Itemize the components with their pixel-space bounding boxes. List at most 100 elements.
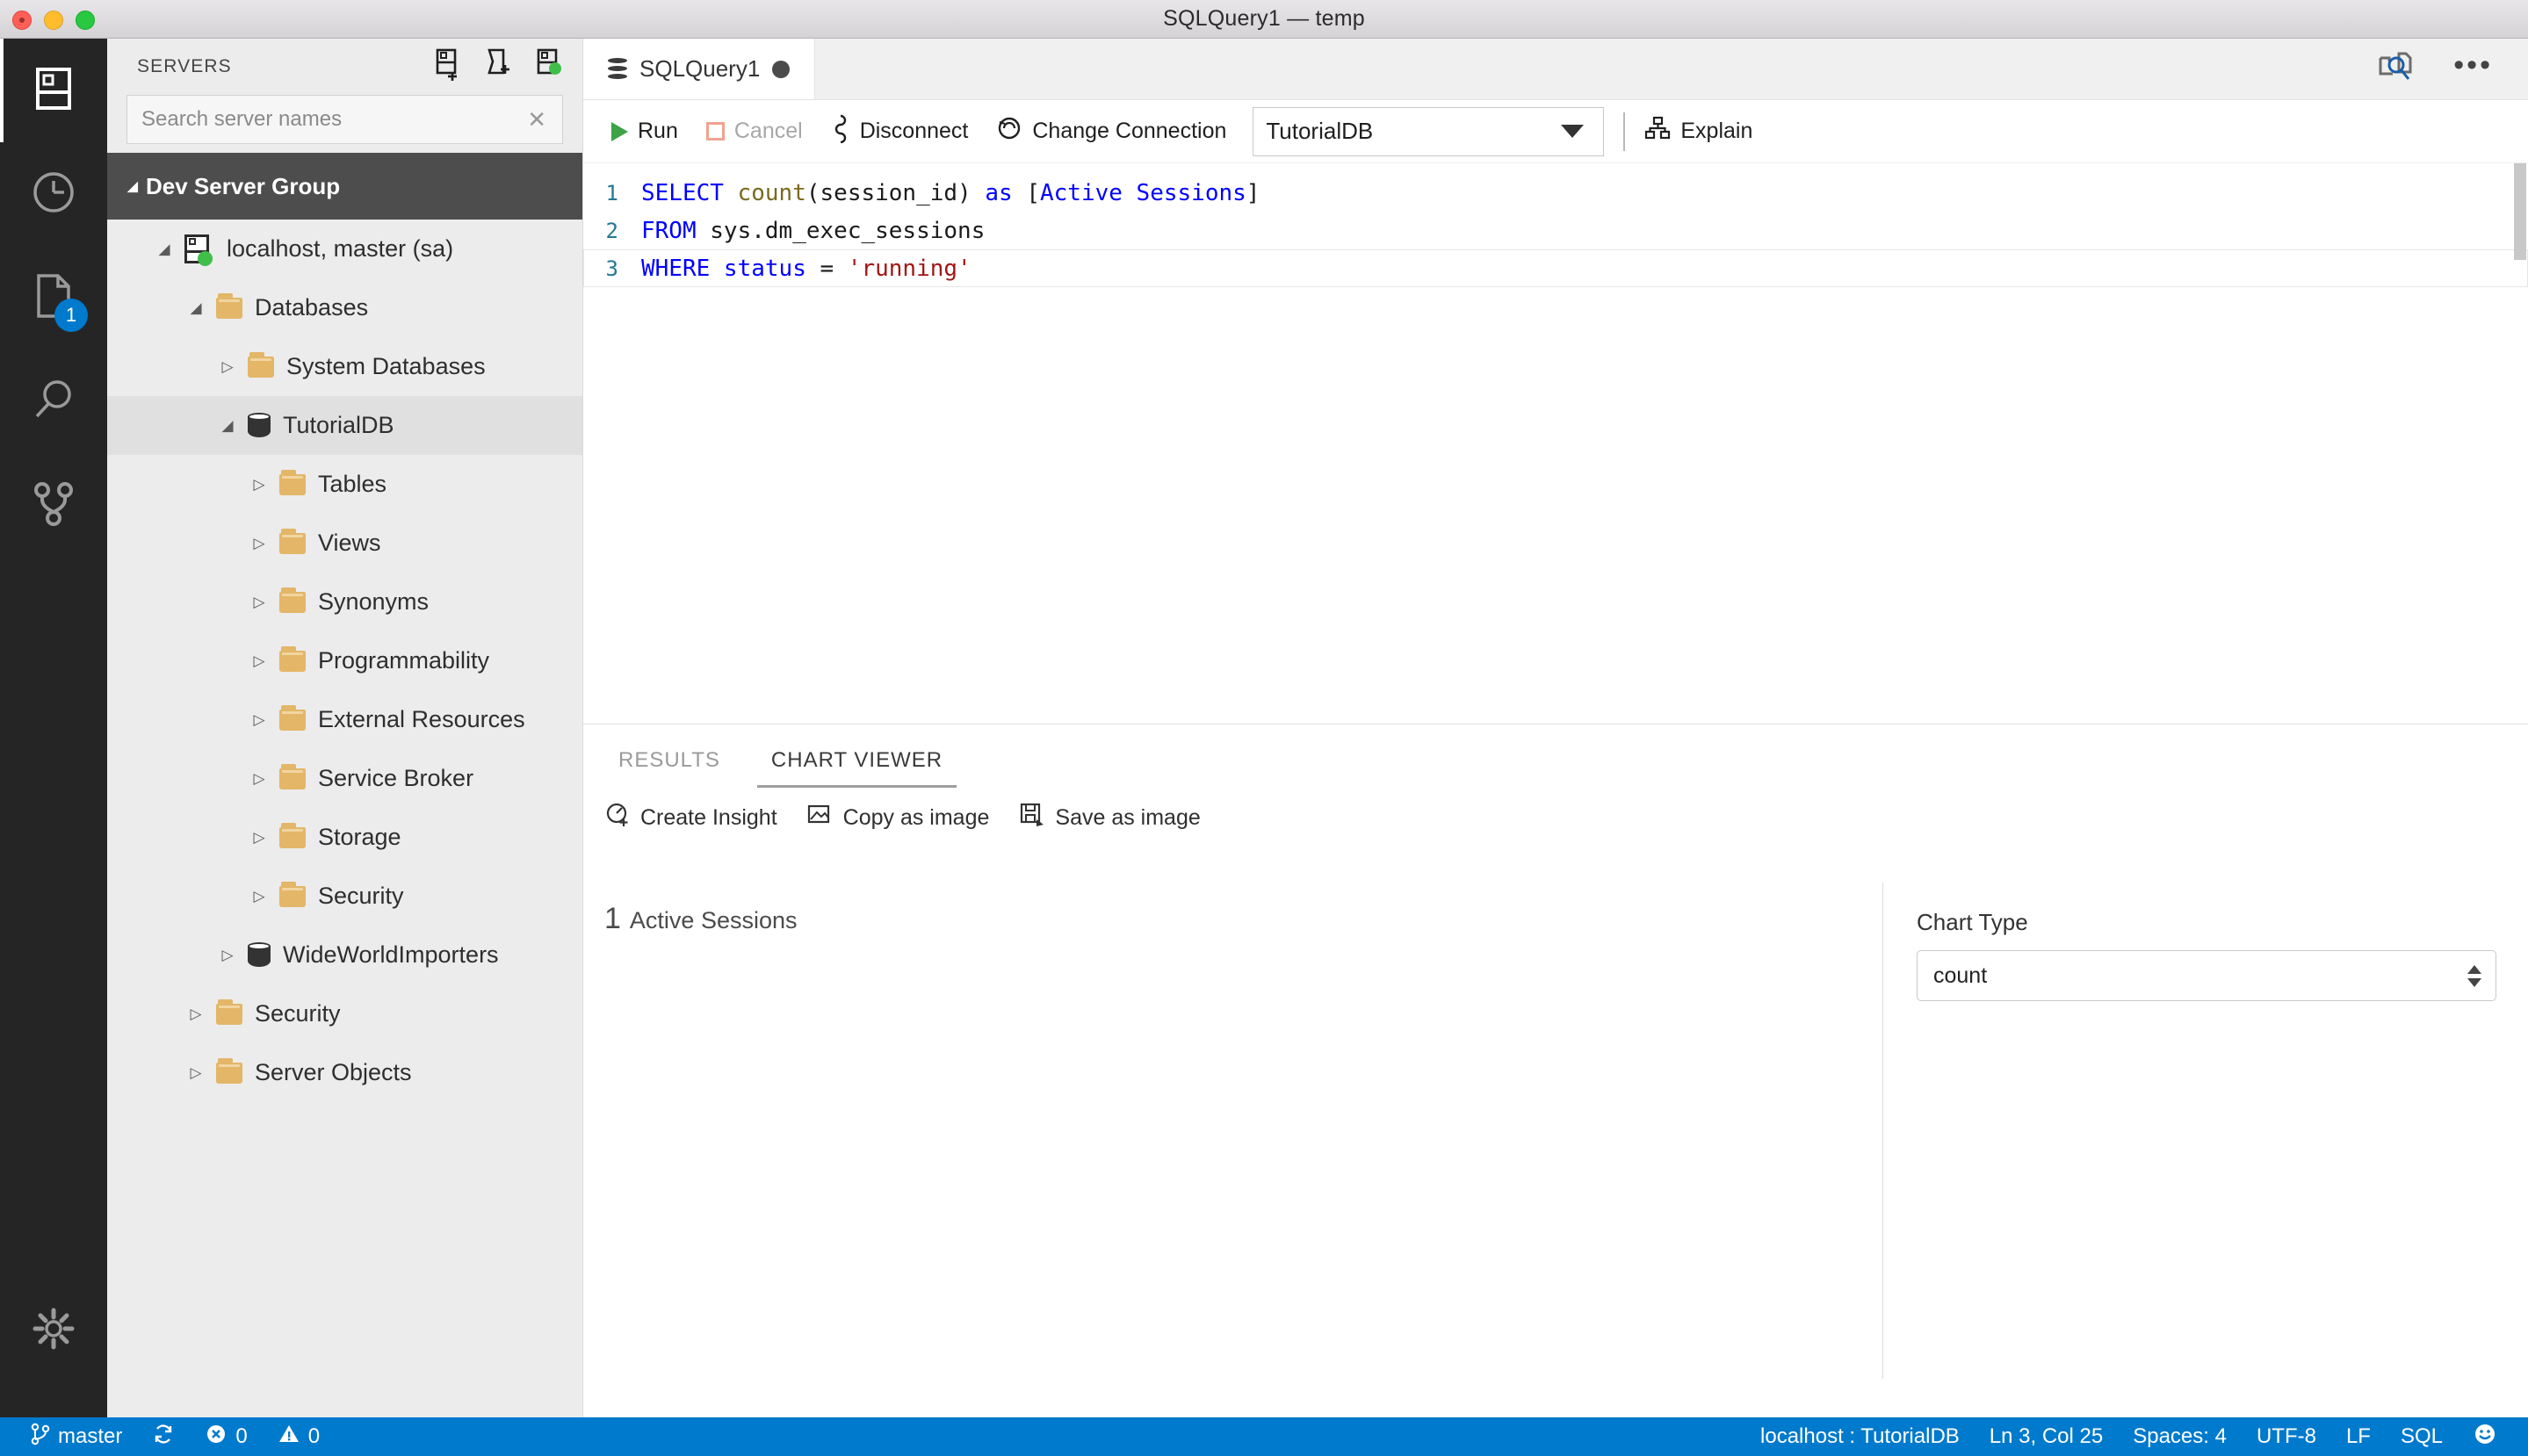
activity-item-source-control[interactable] bbox=[0, 453, 107, 557]
editor-tab-actions: ••• bbox=[2343, 39, 2528, 99]
tree-item[interactable]: ▷ WideWorldImporters bbox=[107, 926, 582, 984]
new-connection-icon[interactable] bbox=[431, 48, 461, 86]
editor-scrollbar[interactable] bbox=[2514, 163, 2526, 260]
search-container: ✕ bbox=[107, 95, 582, 144]
chevron-right-icon[interactable]: ▷ bbox=[246, 535, 272, 552]
results-tab[interactable]: CHART VIEWER bbox=[756, 748, 957, 788]
status-sync[interactable] bbox=[137, 1417, 190, 1456]
search-server-box[interactable]: ✕ bbox=[126, 95, 563, 144]
code-token: ] bbox=[1246, 179, 1260, 206]
tab-sqlquery1[interactable]: SQLQuery1 bbox=[583, 39, 816, 99]
minimize-window-button[interactable] bbox=[44, 11, 63, 30]
search-input[interactable] bbox=[127, 107, 512, 132]
status-bar-right: localhost : TutorialDB Ln 3, Col 25 Spac… bbox=[1745, 1417, 2528, 1456]
chevron-down-icon[interactable]: ◢ bbox=[214, 417, 241, 435]
activity-item-servers[interactable] bbox=[0, 39, 107, 142]
tree-item[interactable]: ▷ Tables bbox=[107, 455, 582, 514]
status-feedback[interactable] bbox=[2458, 1417, 2512, 1456]
tree-item[interactable]: ◢ TutorialDB bbox=[107, 396, 582, 455]
tree-item[interactable]: ▷ Security bbox=[107, 867, 582, 926]
folder-icon bbox=[248, 351, 274, 378]
explain-button[interactable]: Explain bbox=[1644, 109, 1766, 155]
code-line[interactable]: 2 FROM sys.dm_exec_sessions bbox=[583, 212, 2528, 249]
tree-item[interactable]: ▷ Synonyms bbox=[107, 573, 582, 631]
disconnect-button[interactable]: Disconnect bbox=[817, 109, 983, 155]
chevron-right-icon[interactable]: ▷ bbox=[246, 829, 272, 847]
compare-icon[interactable] bbox=[2378, 50, 2413, 88]
chevron-down-icon[interactable]: ◢ bbox=[183, 299, 209, 317]
database-icon bbox=[608, 57, 627, 81]
chevron-right-icon[interactable]: ▷ bbox=[214, 947, 241, 964]
chevron-right-icon[interactable]: ▷ bbox=[246, 711, 272, 729]
tree-item-label: Databases bbox=[255, 294, 369, 321]
chevron-right-icon[interactable]: ▷ bbox=[183, 1064, 209, 1082]
chevron-right-icon[interactable]: ▷ bbox=[246, 888, 272, 905]
history-icon bbox=[31, 169, 76, 220]
sql-code-editor[interactable]: 1 SELECT count(session_id) as [Active Ses… bbox=[583, 163, 2528, 620]
tree-item[interactable]: ▷ Service Broker bbox=[107, 749, 582, 808]
run-button[interactable]: Run bbox=[597, 109, 692, 155]
change-connection-button[interactable]: Change Connection bbox=[982, 109, 1240, 155]
save-as-image-button[interactable]: Save as image bbox=[1019, 802, 1201, 834]
status-cursor-position[interactable]: Ln 3, Col 25 bbox=[1975, 1417, 2118, 1456]
code-token: status bbox=[723, 255, 820, 282]
status-indentation-label: Spaces: 4 bbox=[2133, 1424, 2227, 1448]
status-branch[interactable]: master bbox=[16, 1417, 137, 1456]
unsaved-indicator-icon[interactable] bbox=[772, 60, 791, 78]
database-dropdown[interactable]: TutorialDB bbox=[1253, 106, 1605, 156]
server-icon bbox=[184, 234, 213, 266]
tree-item-label: Server Objects bbox=[255, 1059, 412, 1085]
cancel-label: Cancel bbox=[733, 119, 803, 143]
tree-item[interactable]: ▷ External Resources bbox=[107, 690, 582, 749]
tree-item[interactable]: ▷ Programmability bbox=[107, 631, 582, 690]
results-tab[interactable]: RESULTS bbox=[604, 748, 734, 788]
zoom-window-button[interactable] bbox=[76, 11, 95, 30]
tree-item[interactable]: ▷ Storage bbox=[107, 808, 582, 867]
status-indentation[interactable]: Spaces: 4 bbox=[2118, 1417, 2242, 1456]
cancel-button[interactable]: Cancel bbox=[692, 109, 817, 155]
stepper-icon[interactable] bbox=[2467, 964, 2495, 987]
status-eol[interactable]: LF bbox=[2331, 1417, 2386, 1456]
status-errors[interactable]: 0 bbox=[190, 1417, 262, 1456]
active-connections-icon[interactable] bbox=[533, 48, 563, 86]
activity-item-search[interactable] bbox=[0, 350, 107, 453]
chevron-right-icon[interactable]: ▷ bbox=[214, 358, 241, 376]
activity-item-history[interactable] bbox=[0, 142, 107, 246]
chevron-right-icon[interactable]: ▷ bbox=[246, 476, 272, 494]
tree-item[interactable]: ◢ localhost, master (sa) bbox=[107, 220, 582, 278]
tree-item-label: System Databases bbox=[286, 353, 486, 379]
new-server-group-icon[interactable] bbox=[482, 48, 512, 86]
code-line[interactable]: 3 WHERE status = 'running' bbox=[583, 249, 2528, 287]
chart-type-select[interactable]: count bbox=[1917, 950, 2496, 1001]
chevron-right-icon[interactable]: ▷ bbox=[246, 652, 272, 670]
chevron-right-icon[interactable]: ▷ bbox=[246, 594, 272, 611]
tree-item[interactable]: ◢ Dev Server Group bbox=[107, 153, 582, 220]
code-line[interactable]: 1 SELECT count(session_id) as [Active Ses… bbox=[583, 174, 2528, 212]
copy-as-image-button[interactable]: Copy as image bbox=[807, 803, 989, 833]
create-insight-button[interactable]: Create Insight bbox=[604, 802, 777, 834]
tree-item[interactable]: ▷ Security bbox=[107, 984, 582, 1043]
activity-item-manage[interactable] bbox=[0, 1282, 107, 1379]
chevron-right-icon[interactable]: ▷ bbox=[183, 1006, 209, 1023]
clear-search-icon[interactable]: ✕ bbox=[511, 106, 562, 133]
change-connection-label: Change Connection bbox=[1032, 119, 1227, 143]
status-encoding[interactable]: UTF-8 bbox=[2242, 1417, 2331, 1456]
status-connection[interactable]: localhost : TutorialDB bbox=[1745, 1417, 1975, 1456]
tree-item[interactable]: ▷ System Databases bbox=[107, 337, 582, 396]
tree-item[interactable]: ▷ Server Objects bbox=[107, 1043, 582, 1102]
chevron-down-icon[interactable]: ◢ bbox=[119, 178, 146, 194]
tree-item[interactable]: ◢ Databases bbox=[107, 278, 582, 337]
folder-icon bbox=[216, 1057, 242, 1084]
tree-item-label: WideWorldImporters bbox=[283, 941, 499, 968]
activity-item-tasks[interactable]: 1 bbox=[0, 246, 107, 350]
tree-item-label: Tables bbox=[318, 471, 387, 497]
tree-item[interactable]: ▷ Views bbox=[107, 514, 582, 573]
status-language-mode[interactable]: SQL bbox=[2386, 1417, 2458, 1456]
chevron-right-icon[interactable]: ▷ bbox=[246, 770, 272, 788]
tree-item-label: External Resources bbox=[318, 706, 525, 732]
close-window-button[interactable] bbox=[12, 11, 32, 30]
servers-icon bbox=[35, 67, 72, 115]
status-warnings[interactable]: 0 bbox=[263, 1417, 335, 1456]
more-actions-icon[interactable]: ••• bbox=[2453, 50, 2493, 80]
chevron-down-icon[interactable]: ◢ bbox=[151, 241, 177, 258]
